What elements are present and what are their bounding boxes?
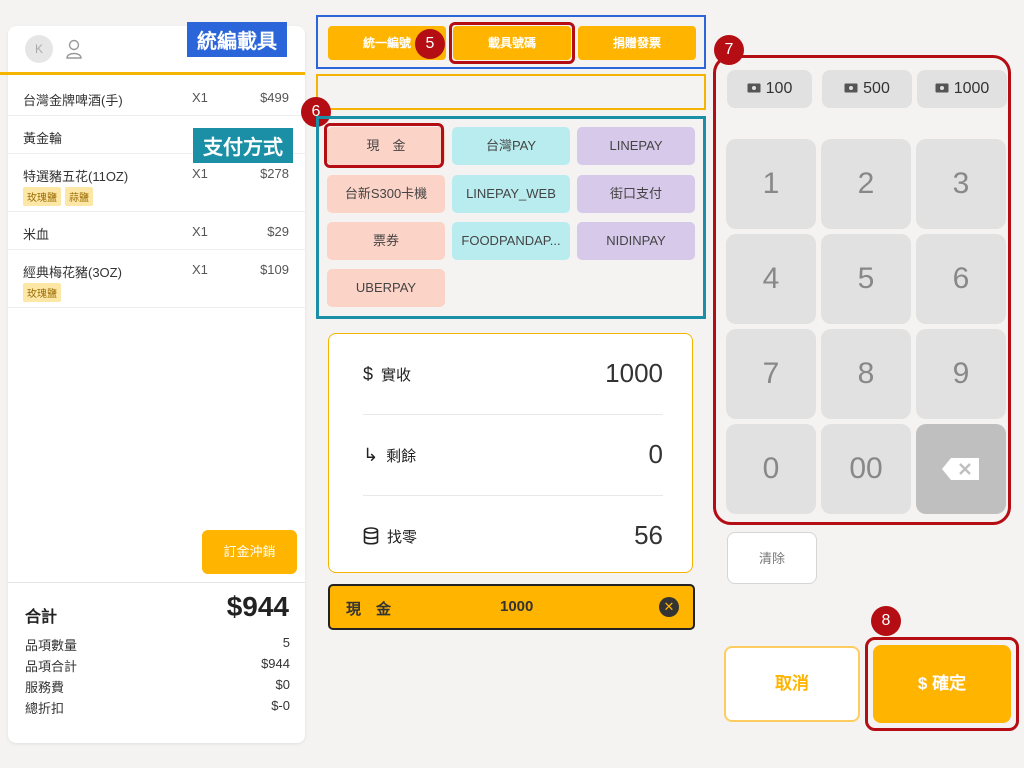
keypad-key-5[interactable]: 5 <box>821 234 911 324</box>
pay-taiwanpay-button[interactable]: 台灣PAY <box>452 127 570 165</box>
summary-value: $0 <box>275 677 290 692</box>
keypad-key-00[interactable]: 00 <box>821 424 911 514</box>
total-label: 合計 <box>25 609 58 626</box>
quick-cash-100-button[interactable]: 100 <box>727 70 812 108</box>
received-value: 1000 <box>605 358 663 388</box>
item-qty: X1 <box>192 90 208 105</box>
arrow-return-icon: ↳ <box>363 445 379 465</box>
list-item[interactable]: 台灣金牌啤酒(手) X1 $499 <box>8 78 305 116</box>
summary-row: 總折扣 $-0 <box>25 698 290 717</box>
item-price: $109 <box>260 262 289 277</box>
total-value: $944 <box>226 591 289 622</box>
keypad-key-3[interactable]: 3 <box>916 139 1006 229</box>
item-tag: 蒜鹽 <box>65 187 93 206</box>
cancel-button[interactable]: 取消 <box>724 646 860 722</box>
carrier-annotation-label: 統編載具 <box>187 22 287 57</box>
summary-label: 品項數量 <box>25 638 78 653</box>
item-price: $499 <box>260 90 289 105</box>
item-tag: 玫瑰鹽 <box>23 283 61 302</box>
keypad-key-9[interactable]: 9 <box>916 329 1006 419</box>
remaining-label: ↳ 剩餘 <box>363 445 417 465</box>
item-name: 黃金輪 <box>23 131 63 146</box>
divider <box>8 582 305 583</box>
list-item[interactable]: 米血 X1 $29 <box>8 212 305 250</box>
keypad-key-6[interactable]: 6 <box>916 234 1006 324</box>
payment-summary-card: $ 實收 1000 ↳ 剩餘 0 找零 56 <box>328 333 693 573</box>
avatar[interactable]: K <box>25 35 53 63</box>
keypad-key-4[interactable]: 4 <box>726 234 816 324</box>
item-name: 米血 <box>23 227 50 242</box>
highlight-ring <box>449 22 575 64</box>
item-name: 台灣金牌啤酒(手) <box>23 93 123 108</box>
keypad-key-8[interactable]: 8 <box>821 329 911 419</box>
order-divider <box>0 72 305 75</box>
pay-linepay-web-button[interactable]: LINEPAY_WEB <box>452 175 570 213</box>
backspace-key[interactable] <box>916 424 1006 514</box>
summary-row: 品項合計 $944 <box>25 656 290 675</box>
remaining-value: 0 <box>648 439 663 469</box>
pay-jkopay-button[interactable]: 街口支付 <box>577 175 695 213</box>
summary-value: $-0 <box>271 698 290 713</box>
carrier-input-field[interactable] <box>316 74 706 110</box>
item-qty: X1 <box>192 262 208 277</box>
step-badge: 5 <box>415 29 445 59</box>
keypad-key-1[interactable]: 1 <box>726 139 816 229</box>
summary-row: 服務費 $0 <box>25 677 290 696</box>
backspace-icon <box>942 458 979 480</box>
selected-method-label: 現 金 <box>346 601 392 618</box>
summary-value: $944 <box>261 656 290 671</box>
keypad-key-2[interactable]: 2 <box>821 139 911 229</box>
remove-payment-icon[interactable]: ✕ <box>659 597 679 617</box>
banknote-icon <box>844 80 858 98</box>
quick-cash-1000-button[interactable]: 1000 <box>917 70 1007 108</box>
summary-row: 品項數量 5 <box>25 635 290 654</box>
summary-label: 服務費 <box>25 680 65 695</box>
pay-uberpay-button[interactable]: UBERPAY <box>327 269 445 307</box>
pay-foodpanda-button[interactable]: FOODPANDAP... <box>452 222 570 260</box>
change-label: 找零 <box>363 526 417 549</box>
banknote-icon <box>935 80 949 98</box>
order-list: 台灣金牌啤酒(手) X1 $499 黃金輪 特選豬五花(11OZ) X1 $27… <box>8 78 305 308</box>
item-name: 特選豬五花(11OZ) <box>23 169 129 184</box>
highlight-ring <box>324 123 444 168</box>
database-icon <box>363 527 379 549</box>
donate-invoice-button[interactable]: 捐贈發票 <box>578 26 696 60</box>
item-qty: X1 <box>192 224 208 239</box>
pay-linepay-button[interactable]: LINEPAY <box>577 127 695 165</box>
item-price: $29 <box>267 224 289 239</box>
item-name: 經典梅花豬(3OZ) <box>23 265 122 280</box>
deposit-offset-button[interactable]: 訂金沖銷 <box>202 530 297 574</box>
pay-voucher-button[interactable]: 票券 <box>327 222 445 260</box>
selected-payment-strip: 現 金 1000 ✕ <box>328 584 695 630</box>
keypad-key-7[interactable]: 7 <box>726 329 816 419</box>
change-row: 找零 56 <box>363 496 663 576</box>
dollar-icon: $ <box>363 364 374 384</box>
pay-nidinpay-button[interactable]: NIDINPAY <box>577 222 695 260</box>
quick-cash-500-button[interactable]: 500 <box>822 70 912 108</box>
received-label: $ 實收 <box>363 364 412 384</box>
clear-button[interactable]: 清除 <box>727 532 817 584</box>
summary-value: 5 <box>282 635 290 650</box>
keypad-key-0[interactable]: 0 <box>726 424 816 514</box>
summary-label: 品項合計 <box>25 659 78 674</box>
step-badge: 8 <box>871 606 901 636</box>
banknote-icon <box>747 80 761 98</box>
remaining-row: ↳ 剩餘 0 <box>363 415 663 495</box>
summary-label: 總折扣 <box>25 701 65 716</box>
item-qty: X1 <box>192 166 208 181</box>
item-tag: 玫瑰鹽 <box>23 187 61 206</box>
received-row: $ 實收 1000 <box>363 334 663 414</box>
payment-annotation-label: 支付方式 <box>193 128 293 163</box>
selected-method-amount: 1000 <box>500 598 534 615</box>
item-price: $278 <box>260 166 289 181</box>
confirm-button[interactable]: $ 確定 <box>873 645 1011 723</box>
change-value: 56 <box>634 520 663 550</box>
list-item[interactable]: 經典梅花豬(3OZ) X1 $109 玫瑰鹽 <box>8 250 305 308</box>
person-icon[interactable] <box>66 39 82 64</box>
pay-taishin-terminal-button[interactable]: 台新S300卡機 <box>327 175 445 213</box>
